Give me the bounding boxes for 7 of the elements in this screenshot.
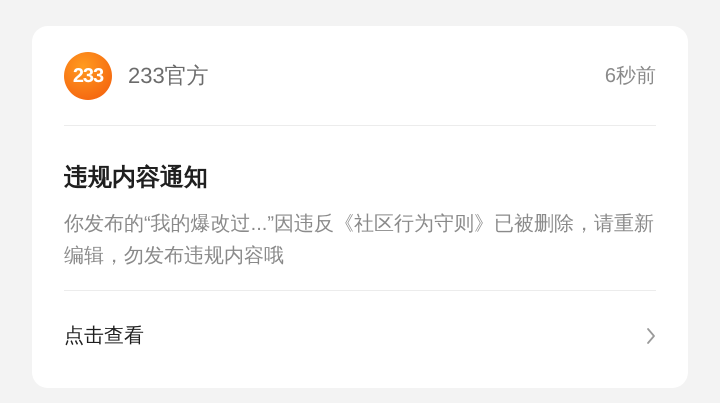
view-link[interactable]: 点击查看 bbox=[64, 291, 656, 381]
notice-body: 你发布的“我的爆改过...”因违反《社区行为守则》已被删除，请重新编辑，勿发布违规内容哦 bbox=[64, 212, 655, 269]
sender-name: 233官方 bbox=[128, 62, 209, 90]
logo-icon: 233 bbox=[64, 52, 112, 100]
chevron-right-icon bbox=[646, 327, 656, 345]
notice-title: 违规内容通知 bbox=[64, 163, 209, 193]
timestamp: 6秒前 bbox=[604, 64, 656, 88]
